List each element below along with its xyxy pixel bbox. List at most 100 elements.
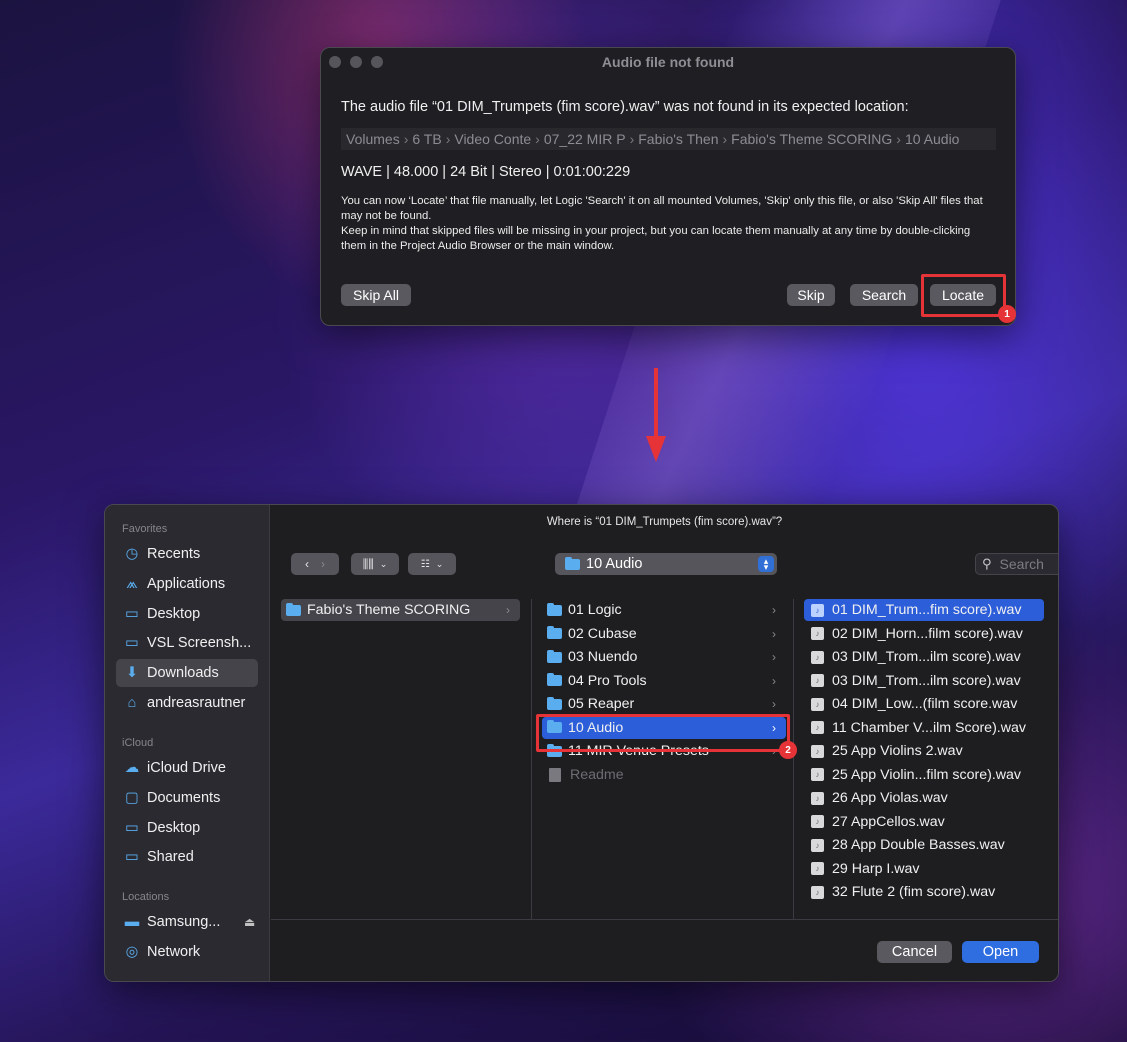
sidebar-item-andreasrautner[interactable]: ⌂ andreasrautner <box>116 689 258 717</box>
list-item[interactable]: ♪ 26 App Violas.wav <box>804 787 1044 809</box>
list-item-label: 26 App Violas.wav <box>832 790 948 806</box>
list-item[interactable]: 05 Reaper › <box>542 693 786 715</box>
sidebar-item-desktop[interactable]: ▭ Desktop <box>116 600 258 628</box>
path-segment: 07_22 MIR P <box>543 131 626 147</box>
list-item[interactable]: ♪ 25 App Violin...film score).wav <box>804 764 1044 786</box>
path-segment: Fabio's Then <box>638 131 719 147</box>
chevron-right-icon: › <box>772 626 776 641</box>
skip-all-button[interactable]: Skip All <box>341 284 411 306</box>
search-input[interactable]: ⚲ Search <box>975 553 1058 575</box>
list-item[interactable]: 01 Logic › <box>542 599 786 621</box>
list-item-label: 03 DIM_Trom...ilm score).wav <box>832 672 1021 689</box>
list-item[interactable]: ♪ 32 Flute 2 (fim score).wav <box>804 881 1044 903</box>
audio-file-icon: ♪ <box>811 627 824 640</box>
group-button[interactable]: ☷ ⌄ <box>408 553 456 575</box>
sidebar-item-vsl-screensh[interactable]: ▭ VSL Screensh... <box>116 629 258 657</box>
list-item[interactable]: ♪ 03 DIM_Trom...ilm score).wav <box>804 646 1044 668</box>
list-item-label: 05 Reaper <box>568 696 635 712</box>
instructions-paragraph: Keep in mind that skipped files will be … <box>341 225 971 252</box>
list-item[interactable]: ♪ 02 DIM_Horn...film score).wav <box>804 623 1044 645</box>
updown-chevron-icon: ▴ ▾ <box>758 556 774 572</box>
dialog-footer: Cancel Open <box>271 919 1058 981</box>
list-item[interactable]: Readme <box>542 764 786 786</box>
list-item[interactable]: ♪ 29 Harp I.wav <box>804 858 1044 880</box>
path-separator-icon: › <box>403 131 409 147</box>
instructions-text: You can now ‘Locate’ that file manually,… <box>341 194 991 254</box>
chevron-down-icon: ⌄ <box>435 558 444 569</box>
dialog-titlebar: Audio file not found <box>321 48 1015 76</box>
list-item[interactable]: ♪ 27 AppCellos.wav <box>804 811 1044 833</box>
search-button[interactable]: Search <box>850 284 918 306</box>
skip-button[interactable]: Skip <box>787 284 835 306</box>
path-segment: 6 TB <box>412 131 442 147</box>
sidebar-item-label: Samsung... <box>147 914 221 930</box>
globe-icon: ◎ <box>125 943 139 960</box>
list-item-label: 25 App Violins 2.wav <box>832 743 963 759</box>
back-forward-buttons[interactable]: ‹ › <box>291 553 339 575</box>
forward-icon[interactable]: › <box>321 557 325 571</box>
eject-icon[interactable]: ⏏ <box>244 915 255 929</box>
sidebar-item-recents[interactable]: ◷ Recents <box>116 540 258 568</box>
list-item[interactable]: ♪ 03 DIM_Trom...ilm score).wav <box>804 670 1044 692</box>
list-item[interactable]: ♪ 01 DIM_Trum...fim score).wav <box>804 599 1044 621</box>
view-mode-button[interactable]: ⫼⫼ ⌄ <box>351 553 399 575</box>
sidebar-item-samsung[interactable]: ▬ Samsung... ⏏ <box>116 908 258 936</box>
home-icon: ⌂ <box>127 695 137 711</box>
list-item-label: 01 DIM_Trum...fim score).wav <box>832 602 1022 618</box>
drive-icon: ▬ <box>124 914 140 930</box>
chevron-right-icon: › <box>772 650 776 664</box>
document-icon: ▢ <box>125 789 139 806</box>
sidebar-item-label: Downloads <box>147 665 219 682</box>
audio-file-icon: ♪ <box>811 885 824 899</box>
download-icon: ⬇ <box>125 665 139 682</box>
chevron-down-icon: ⌄ <box>379 558 388 569</box>
sidebar-item-label: iCloud Drive <box>147 760 226 776</box>
audio-file-icon: ♪ <box>811 674 824 687</box>
cancel-button[interactable]: Cancel <box>877 941 952 963</box>
audio-file-icon: ♪ <box>811 791 824 805</box>
grid-icon: ☷ <box>420 558 430 570</box>
search-placeholder: Search <box>999 556 1044 572</box>
list-item[interactable]: 03 Nuendo › <box>542 646 786 668</box>
sidebar-item-label: Desktop <box>147 605 201 622</box>
sidebar-item-shared[interactable]: ▭ Shared <box>116 843 258 871</box>
back-icon[interactable]: ‹ <box>305 557 309 571</box>
sidebar-item-label: Documents <box>147 789 221 806</box>
list-item[interactable]: 02 Cubase › <box>542 623 786 645</box>
list-item[interactable]: ♪ 25 App Violins 2.wav <box>804 740 1044 762</box>
folder-icon <box>547 602 562 616</box>
sidebar-item-desktop[interactable]: ▭ Desktop <box>116 814 258 842</box>
sidebar-item-applications[interactable]: ⩕ Applications <box>116 570 258 598</box>
list-item[interactable]: ♪ 28 App Double Basses.wav <box>804 834 1044 856</box>
chevron-right-icon: › <box>772 603 776 617</box>
list-item-label: 02 DIM_Horn...film score).wav <box>832 625 1023 642</box>
sidebar-item-documents[interactable]: ▢ Documents <box>116 784 258 812</box>
path-segment: Fabio's Theme SCORING <box>731 131 893 147</box>
audio-file-icon: ♪ <box>811 744 824 758</box>
list-item[interactable]: ♪ 04 DIM_Low...(film score.wav <box>804 693 1044 715</box>
file-format-info: WAVE | 48.000 | 24 Bit | Stereo | 0:01:0… <box>341 164 631 180</box>
sidebar-item-label: VSL Screensh... <box>147 635 252 652</box>
path-segment: Volumes <box>346 131 400 147</box>
list-item[interactable]: ♪ 11 Chamber V...ilm Score).wav <box>804 717 1044 739</box>
sidebar-item-label: Shared <box>147 849 194 866</box>
sidebar-item-network[interactable]: ◎ Network <box>116 938 258 966</box>
sidebar-item-icloud-drive[interactable]: ☁ iCloud Drive <box>116 754 258 782</box>
folder-icon <box>547 673 562 686</box>
location-popup[interactable]: 10 Audio ▴ ▾ <box>555 553 777 575</box>
path-separator-icon: › <box>629 131 635 147</box>
folder-highlight-box <box>536 714 790 752</box>
list-item[interactable]: 04 Pro Tools › <box>542 670 786 692</box>
sidebar-section-header: iCloud <box>122 737 154 749</box>
locate-highlight-box <box>921 274 1006 317</box>
list-item-label: 04 DIM_Low...(film score.wav <box>832 696 1018 712</box>
list-item-label: Readme <box>570 766 624 783</box>
instructions-paragraph: You can now ‘Locate’ that file manually,… <box>341 195 983 222</box>
path-separator-icon: › <box>535 131 540 147</box>
finder-title: Where is “01 DIM_Trumpets (fim score).wa… <box>546 516 783 528</box>
sidebar-item-downloads[interactable]: ⬇ Downloads <box>116 659 258 688</box>
list-item[interactable]: Fabio's Theme SCORING › <box>281 599 520 621</box>
sidebar-item-label: Network <box>147 943 201 960</box>
open-button[interactable]: Open <box>962 941 1039 963</box>
finder-sidebar: Favorites ◷ Recents ⩕ Applications ▭ Desktop ▭ V… <box>105 505 270 981</box>
